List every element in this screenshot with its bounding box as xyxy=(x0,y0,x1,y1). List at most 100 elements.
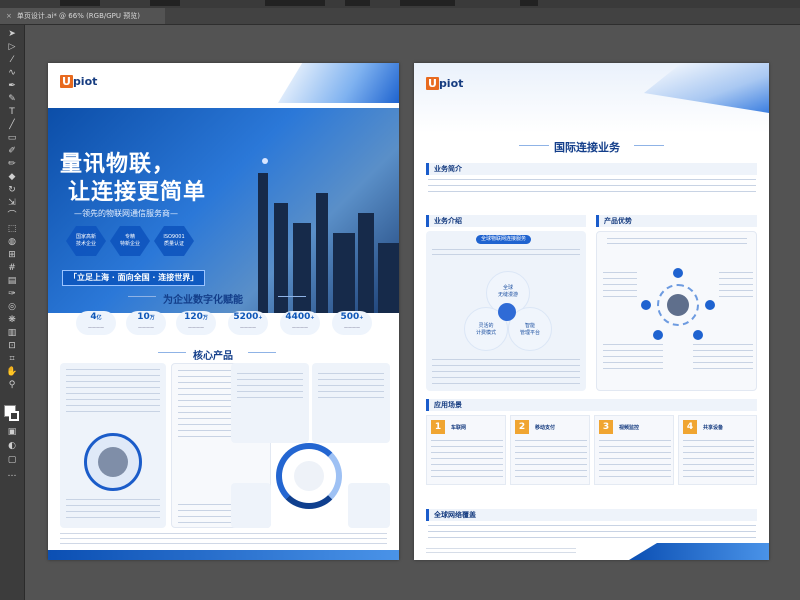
artboard-right[interactable]: Upiot 国际连接业务 业务简介 业务介绍 产品优势 全球物联网连接服务 全球… xyxy=(414,63,769,560)
control-field[interactable] xyxy=(400,0,455,6)
stat-card: 500+ ———— xyxy=(332,311,372,335)
artboard-left[interactable]: Upiot 量讯物联， 让连接更简单 —领先的物联网通信服务商— 国家高新 技术企… xyxy=(48,63,399,560)
section-header-label: 应用场景 xyxy=(434,401,462,409)
section-header-business: 业务介绍 xyxy=(426,215,586,227)
magic-wand-icon[interactable]: ⁄ xyxy=(5,55,19,66)
divider xyxy=(128,296,156,297)
app-number: 4 xyxy=(683,420,697,434)
lasso-icon[interactable]: ∿ xyxy=(5,68,19,79)
product-cycle-center xyxy=(294,461,324,491)
app-card: 4 共享设备 xyxy=(678,415,757,485)
pencil-icon[interactable]: ✏ xyxy=(5,159,19,170)
tower-sphere xyxy=(262,158,268,164)
text-block xyxy=(515,440,587,480)
direct-select-icon[interactable]: ▷ xyxy=(5,42,19,53)
text-block xyxy=(66,499,160,523)
canvas-area[interactable]: Upiot 量讯物联， 让连接更简单 —领先的物联网通信服务商— 国家高新 技术企… xyxy=(25,25,800,600)
stat-card: 120万 ———— xyxy=(176,311,216,335)
graph-icon[interactable]: ▥ xyxy=(5,328,19,339)
tools-panel: ➤ ▷ ⁄ ∿ ✒ ✎ T ╱ ▭ ✐ ✏ ◆ ↻ ⇲ ⌒ ⬚ ◍ ⊞ # ▤ … xyxy=(0,25,25,600)
rectangle-icon[interactable]: ▭ xyxy=(5,133,19,144)
control-field[interactable] xyxy=(150,0,180,6)
stat-card: 5200+ ———— xyxy=(228,311,268,335)
building-shape xyxy=(378,243,399,313)
width-icon[interactable]: ⌒ xyxy=(5,211,19,222)
hand-icon[interactable]: ✋ xyxy=(5,367,19,378)
text-block xyxy=(237,373,303,403)
company-logo: Upiot xyxy=(426,77,463,90)
draw-mode-icon[interactable]: ◐ xyxy=(5,441,19,452)
paintbrush-icon[interactable]: ✐ xyxy=(5,146,19,157)
blend-icon[interactable]: ◎ xyxy=(5,302,19,313)
stat-card: 4亿 ———— xyxy=(76,311,116,335)
corner-decoration xyxy=(278,63,399,103)
product-feature-card xyxy=(312,363,390,443)
building-shape xyxy=(358,213,374,313)
section-header-label: 业务简介 xyxy=(434,165,462,173)
perspective-icon[interactable]: ⊞ xyxy=(5,250,19,261)
building-shape xyxy=(293,223,311,313)
section-title-product: 核心产品 xyxy=(193,351,233,362)
tower-shape xyxy=(258,173,268,313)
hex-badge: ISO9001 质量认证 xyxy=(154,226,194,256)
document-tab[interactable]: × 单页设计.ai* @ 66% (RGB/GPU 预览) xyxy=(0,8,165,24)
footer-bar xyxy=(48,550,399,560)
intro-text xyxy=(428,179,756,193)
color-mode-icon[interactable]: ▣ xyxy=(5,427,19,438)
curvature-icon[interactable]: ✎ xyxy=(5,94,19,105)
stat-label-line: ———— xyxy=(240,325,256,330)
symbol-icon[interactable]: ❋ xyxy=(5,315,19,326)
text-block xyxy=(603,272,637,302)
stat-value: 120万 xyxy=(184,312,208,322)
pen-icon[interactable]: ✒ xyxy=(5,81,19,92)
business-card: 全球物联网连接服务 全球 无缝漫游 灵活的 计费模式 智能 管理平台 xyxy=(426,231,586,391)
artboard-icon[interactable]: ⊡ xyxy=(5,341,19,352)
control-field[interactable] xyxy=(345,0,370,6)
business-pill: 全球物联网连接服务 xyxy=(476,235,532,244)
stat-label-line: ———— xyxy=(344,325,360,330)
footnote-text xyxy=(426,548,576,556)
more-tools-icon[interactable]: … xyxy=(5,469,19,480)
hero-banner: 量讯物联， 让连接更简单 —领先的物联网通信服务商— 国家高新 技术企业 专精 特新… xyxy=(48,108,399,313)
advantage-node xyxy=(653,330,663,340)
logo-badge: U xyxy=(426,77,439,90)
close-icon[interactable]: × xyxy=(6,8,12,24)
advantage-node xyxy=(705,300,715,310)
advantage-node xyxy=(693,330,703,340)
slice-icon[interactable]: ⌗ xyxy=(5,354,19,365)
type-icon[interactable]: T xyxy=(5,107,19,118)
stat-value: 5200+ xyxy=(233,312,263,322)
stroke-color-swatch[interactable] xyxy=(9,411,19,421)
gradient-icon[interactable]: ▤ xyxy=(5,276,19,287)
mesh-icon[interactable]: # xyxy=(5,263,19,274)
text-block xyxy=(599,440,671,480)
app-number: 2 xyxy=(515,420,529,434)
app-card: 3 视频监控 xyxy=(594,415,674,485)
eyedropper-icon[interactable]: ✑ xyxy=(5,289,19,300)
text-block xyxy=(683,440,754,480)
page-title: 国际连接业务 xyxy=(554,141,620,154)
building-shape xyxy=(316,193,328,313)
app-label: 视频监控 xyxy=(619,425,640,431)
text-block xyxy=(432,249,580,259)
section-header-intro: 业务简介 xyxy=(426,163,757,175)
text-block xyxy=(66,369,160,417)
app-number: 3 xyxy=(599,420,613,434)
line-icon[interactable]: ╱ xyxy=(5,120,19,131)
control-field[interactable] xyxy=(60,0,100,6)
stat-label-line: ———— xyxy=(188,325,204,330)
control-field[interactable] xyxy=(265,0,325,6)
control-field[interactable] xyxy=(520,0,538,6)
scale-icon[interactable]: ⇲ xyxy=(5,198,19,209)
select-icon[interactable]: ➤ xyxy=(5,29,19,40)
section-header-advantage: 产品优势 xyxy=(596,215,757,227)
rotate-icon[interactable]: ↻ xyxy=(5,185,19,196)
product-card xyxy=(60,363,166,528)
logo-text: piot xyxy=(438,77,464,90)
eraser-icon[interactable]: ◆ xyxy=(5,172,19,183)
shape-builder-icon[interactable]: ◍ xyxy=(5,237,19,248)
screen-mode-icon[interactable]: ▢ xyxy=(5,455,19,466)
zoom-icon[interactable]: ⚲ xyxy=(5,380,19,391)
free-transform-icon[interactable]: ⬚ xyxy=(5,224,19,235)
text-block xyxy=(603,344,663,374)
